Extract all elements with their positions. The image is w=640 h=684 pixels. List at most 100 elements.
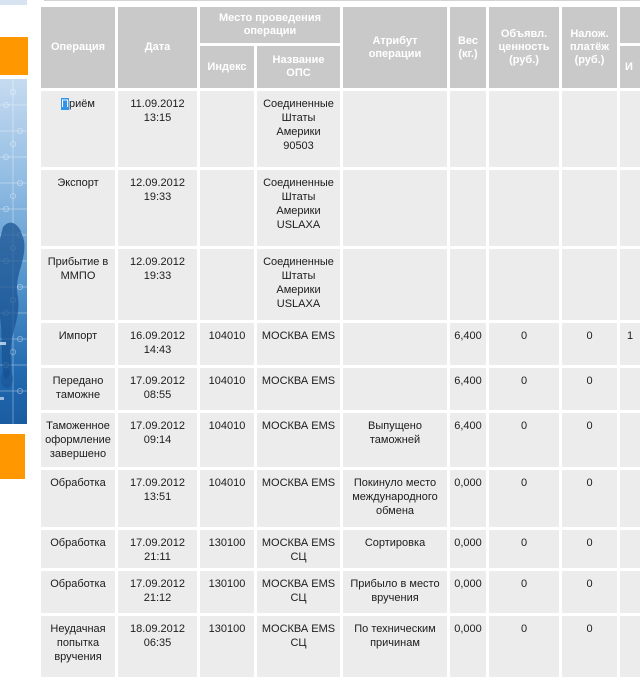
col-header-extra-clipped: И xyxy=(620,46,640,88)
col-header-index: Индекс xyxy=(200,46,254,88)
cell-weight: 0,000 xyxy=(450,616,486,677)
cell-weight xyxy=(450,249,486,320)
cell-attribute: По техническим причинам xyxy=(343,616,447,677)
table-row: Обработка 17.09.2012 13:51 104010 МОСКВА… xyxy=(41,470,640,527)
sidebar-puzzle-map-image xyxy=(0,79,27,424)
col-header-date: Дата xyxy=(118,7,197,88)
sidebar-orange-block-2 xyxy=(0,434,25,479)
cell-date: 11.09.2012 13:15 xyxy=(118,91,197,167)
cell-weight xyxy=(450,170,486,246)
cell-operation: Обработка xyxy=(41,571,115,613)
col-header-declared-value: Объявл. ценность (руб.) xyxy=(489,7,559,88)
table-row: Обработка 17.09.2012 21:12 130100 МОСКВА… xyxy=(41,571,640,613)
cell-ops-name: МОСКВА EMS СЦ xyxy=(257,530,340,568)
cell-cod: 0 xyxy=(562,323,617,365)
table-row: Экспорт 12.09.2012 19:33 Соединенные Шта… xyxy=(41,170,640,246)
cell-ops-name: МОСКВА EMS xyxy=(257,368,340,410)
cell-index: 104010 xyxy=(200,470,254,527)
cell-ops-name: МОСКВА EMS СЦ xyxy=(257,571,340,613)
cell-attribute xyxy=(343,323,447,365)
cell-cod: 0 xyxy=(562,571,617,613)
cell-extra xyxy=(620,170,640,246)
cell-index xyxy=(200,249,254,320)
col-header-weight: Вес (кг.) xyxy=(450,7,486,88)
sidebar-orange-block-1 xyxy=(0,37,28,75)
cell-index: 104010 xyxy=(200,323,254,365)
cell-cod: 0 xyxy=(562,530,617,568)
cell-extra xyxy=(620,368,640,410)
cell-weight: 0,000 xyxy=(450,470,486,527)
table-row: Неудачная попытка вручения 18.09.2012 06… xyxy=(41,616,640,677)
cell-cod: 0 xyxy=(562,368,617,410)
cell-operation: Импорт xyxy=(41,323,115,365)
cell-index: 130100 xyxy=(200,530,254,568)
top-divider xyxy=(44,0,640,1)
cell-index xyxy=(200,170,254,246)
cell-weight: 6,400 xyxy=(450,413,486,467)
table-row: Передано таможне 17.09.2012 08:55 104010… xyxy=(41,368,640,410)
cell-operation: Неудачная попытка вручения xyxy=(41,616,115,677)
cell-ops-name: Соединенные Штаты Америки USLAXA xyxy=(257,249,340,320)
map-silhouette-shape xyxy=(0,223,24,379)
col-header-extra-group xyxy=(620,7,640,43)
cell-extra xyxy=(620,616,640,677)
cell-weight: 0,000 xyxy=(450,571,486,613)
cell-declared: 0 xyxy=(489,368,559,410)
cell-index: 130100 xyxy=(200,571,254,613)
cell-index: 130100 xyxy=(200,616,254,677)
cell-cod xyxy=(562,249,617,320)
cell-date: 17.09.2012 21:12 xyxy=(118,571,197,613)
cell-ops-name: МОСКВА EMS xyxy=(257,413,340,467)
cell-date: 16.09.2012 14:43 xyxy=(118,323,197,365)
cell-attribute: Покинуло место международного обмена xyxy=(343,470,447,527)
cell-weight xyxy=(450,91,486,167)
tracking-table: Операция Дата Место проведения операции … xyxy=(38,4,640,680)
table-row: Обработка 17.09.2012 21:11 130100 МОСКВА… xyxy=(41,530,640,568)
puzzle-pattern-icon xyxy=(0,79,27,424)
col-header-ops-name: Название ОПС xyxy=(257,46,340,88)
cell-operation: Обработка xyxy=(41,470,115,527)
cell-attribute xyxy=(343,368,447,410)
cell-attribute xyxy=(343,170,447,246)
table-row: Прибытие в ММПО 12.09.2012 19:33 Соедине… xyxy=(41,249,640,320)
cell-index: 104010 xyxy=(200,368,254,410)
col-header-operation: Операция xyxy=(41,7,115,88)
cell-extra: 1 xyxy=(620,323,640,365)
cell-date: 17.09.2012 21:11 xyxy=(118,530,197,568)
cell-declared xyxy=(489,91,559,167)
cell-declared: 0 xyxy=(489,413,559,467)
table-row: Импорт 16.09.2012 14:43 104010 МОСКВА EM… xyxy=(41,323,640,365)
header-row-group: Операция Дата Место проведения операции … xyxy=(41,7,640,43)
cell-cod xyxy=(562,170,617,246)
sidebar-topbox xyxy=(0,0,27,5)
col-header-cod: Налож. платёж (руб.) xyxy=(562,7,617,88)
cell-date: 17.09.2012 09:14 xyxy=(118,413,197,467)
cell-extra xyxy=(620,530,640,568)
cell-declared xyxy=(489,170,559,246)
cell-ops-name: МОСКВА EMS xyxy=(257,323,340,365)
cell-extra xyxy=(620,470,640,527)
cell-date: 18.09.2012 06:35 xyxy=(118,616,197,677)
cell-cod: 0 xyxy=(562,616,617,677)
cell-extra xyxy=(620,91,640,167)
col-header-place-group: Место проведения операции xyxy=(200,7,340,43)
cell-extra xyxy=(620,571,640,613)
cell-declared: 0 xyxy=(489,470,559,527)
cell-operation: Таможенное оформление завершено xyxy=(41,413,115,467)
cell-attribute xyxy=(343,91,447,167)
tracking-table-wrap: Операция Дата Место проведения операции … xyxy=(38,4,640,684)
cell-operation: Прибытие в ММПО xyxy=(41,249,115,320)
site-sidebar-strip xyxy=(0,0,36,684)
cell-cod: 0 xyxy=(562,470,617,527)
table-row: Таможенное оформление завершено 17.09.20… xyxy=(41,413,640,467)
cell-index: 104010 xyxy=(200,413,254,467)
cell-declared xyxy=(489,249,559,320)
cell-extra xyxy=(620,413,640,467)
cell-ops-name: МОСКВА EMS xyxy=(257,470,340,527)
cell-weight: 6,400 xyxy=(450,368,486,410)
cell-operation: Экспорт xyxy=(41,170,115,246)
cell-operation: Обработка xyxy=(41,530,115,568)
cell-operation: Передано таможне xyxy=(41,368,115,410)
cell-ops-name: Соединенные Штаты Америки 90503 xyxy=(257,91,340,167)
cell-attribute xyxy=(343,249,447,320)
